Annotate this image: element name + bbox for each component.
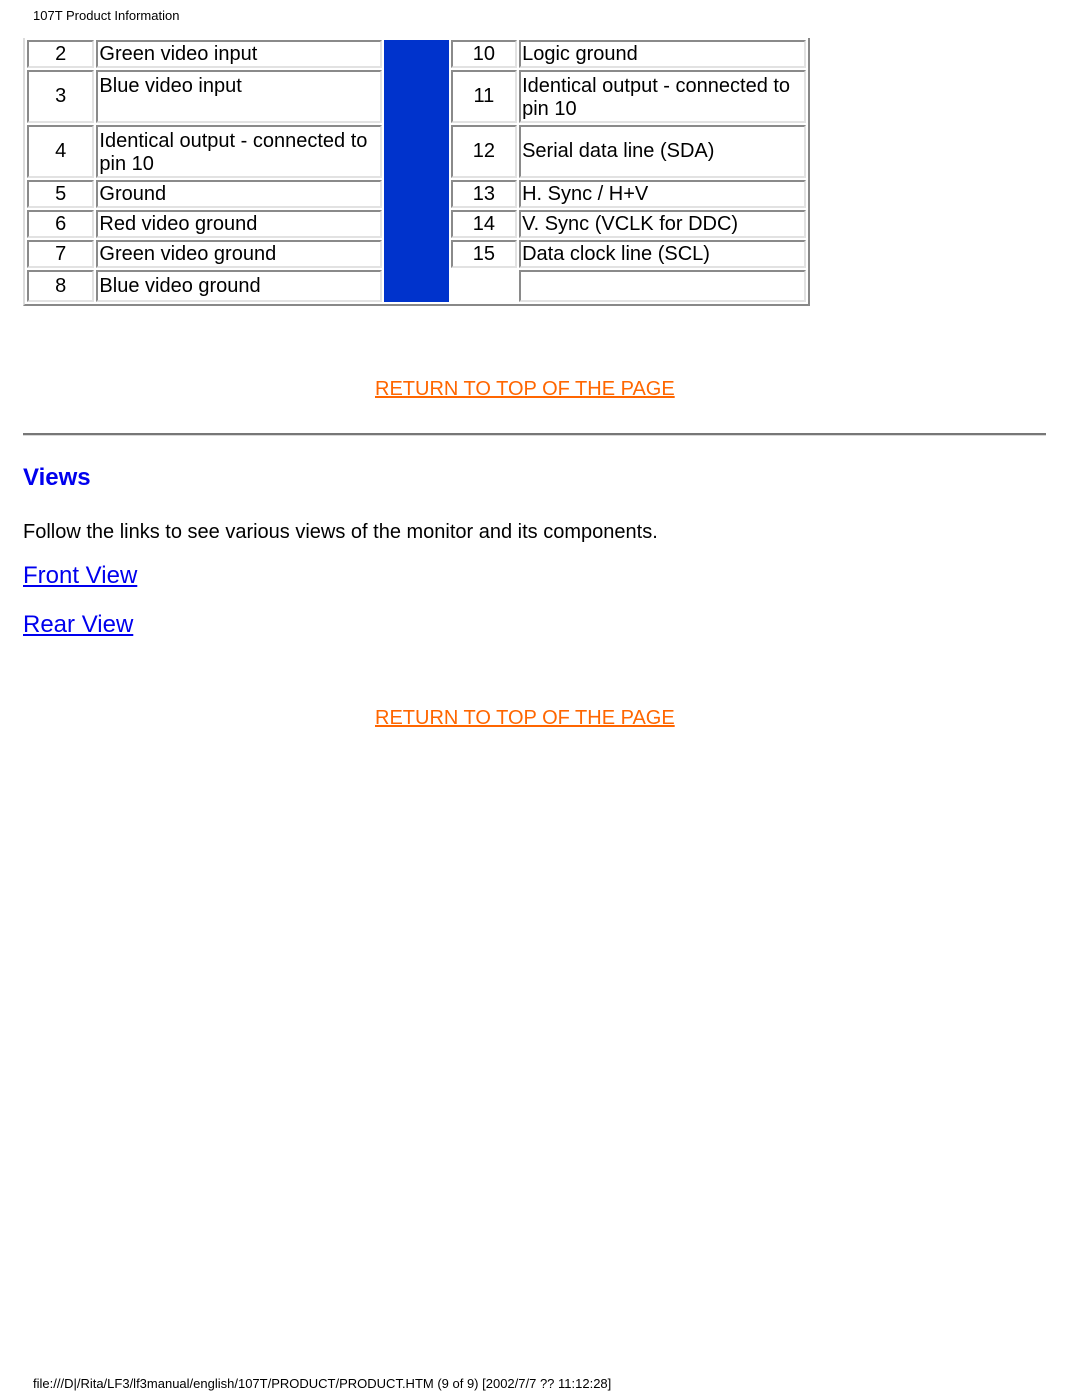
pin-number: 10 xyxy=(450,40,518,68)
pin-number: 3 xyxy=(27,70,95,123)
pin-number: 7 xyxy=(27,240,95,268)
return-to-top-link[interactable]: RETURN TO TOP OF THE PAGE xyxy=(375,378,675,401)
page-header-title: 107T Product Information xyxy=(33,8,180,23)
pin-number: 8 xyxy=(27,270,95,302)
pin-description: Ground xyxy=(96,180,383,208)
pin-number: 4 xyxy=(27,125,95,178)
empty-pin-number xyxy=(451,270,517,302)
views-section-title: Views xyxy=(23,464,91,491)
pin-number: 14 xyxy=(450,210,518,238)
pin-number: 6 xyxy=(27,210,95,238)
pin-number: 15 xyxy=(450,240,518,268)
table-row: 2 Green video input 10 Logic ground xyxy=(27,40,806,302)
pin-assignment-table-container: 2 Green video input 10 Logic ground 3 Bl… xyxy=(23,38,810,316)
horizontal-divider xyxy=(23,433,1046,436)
pin-description: Logic ground xyxy=(519,40,806,68)
pin-number: 5 xyxy=(27,180,95,208)
pin-description: Serial data line (SDA) xyxy=(519,125,806,178)
blue-spacer-column xyxy=(384,40,449,302)
pin-number: 12 xyxy=(450,125,518,178)
pin-description: Green video ground xyxy=(96,240,383,268)
pin-description: Blue video input xyxy=(96,70,383,123)
pin-description: Blue video ground xyxy=(96,270,383,302)
empty-pin-description xyxy=(519,270,806,302)
return-to-top-link[interactable]: RETURN TO TOP OF THE PAGE xyxy=(375,707,675,730)
pin-description: Red video ground xyxy=(96,210,383,238)
pin-description: V. Sync (VCLK for DDC) xyxy=(519,210,806,238)
pin-description: H. Sync / H+V xyxy=(519,180,806,208)
pin-assignment-table: 2 Green video input 10 Logic ground 3 Bl… xyxy=(23,38,810,306)
pin-description: Green video input xyxy=(96,40,383,68)
pin-number: 2 xyxy=(27,40,95,68)
pin-description: Data clock line (SCL) xyxy=(519,240,806,268)
front-view-link[interactable]: Front View xyxy=(23,562,137,590)
pin-number: 11 xyxy=(450,70,518,123)
pin-number: 13 xyxy=(450,180,518,208)
pin-description: Identical output - connected to pin 10 xyxy=(96,125,383,178)
views-intro-text: Follow the links to see various views of… xyxy=(23,521,658,543)
rear-view-link[interactable]: Rear View xyxy=(23,611,133,639)
pin-description: Identical output - connected to pin 10 xyxy=(519,70,806,123)
page-footer-path: file:///D|/Rita/LF3/lf3manual/english/10… xyxy=(33,1376,612,1391)
